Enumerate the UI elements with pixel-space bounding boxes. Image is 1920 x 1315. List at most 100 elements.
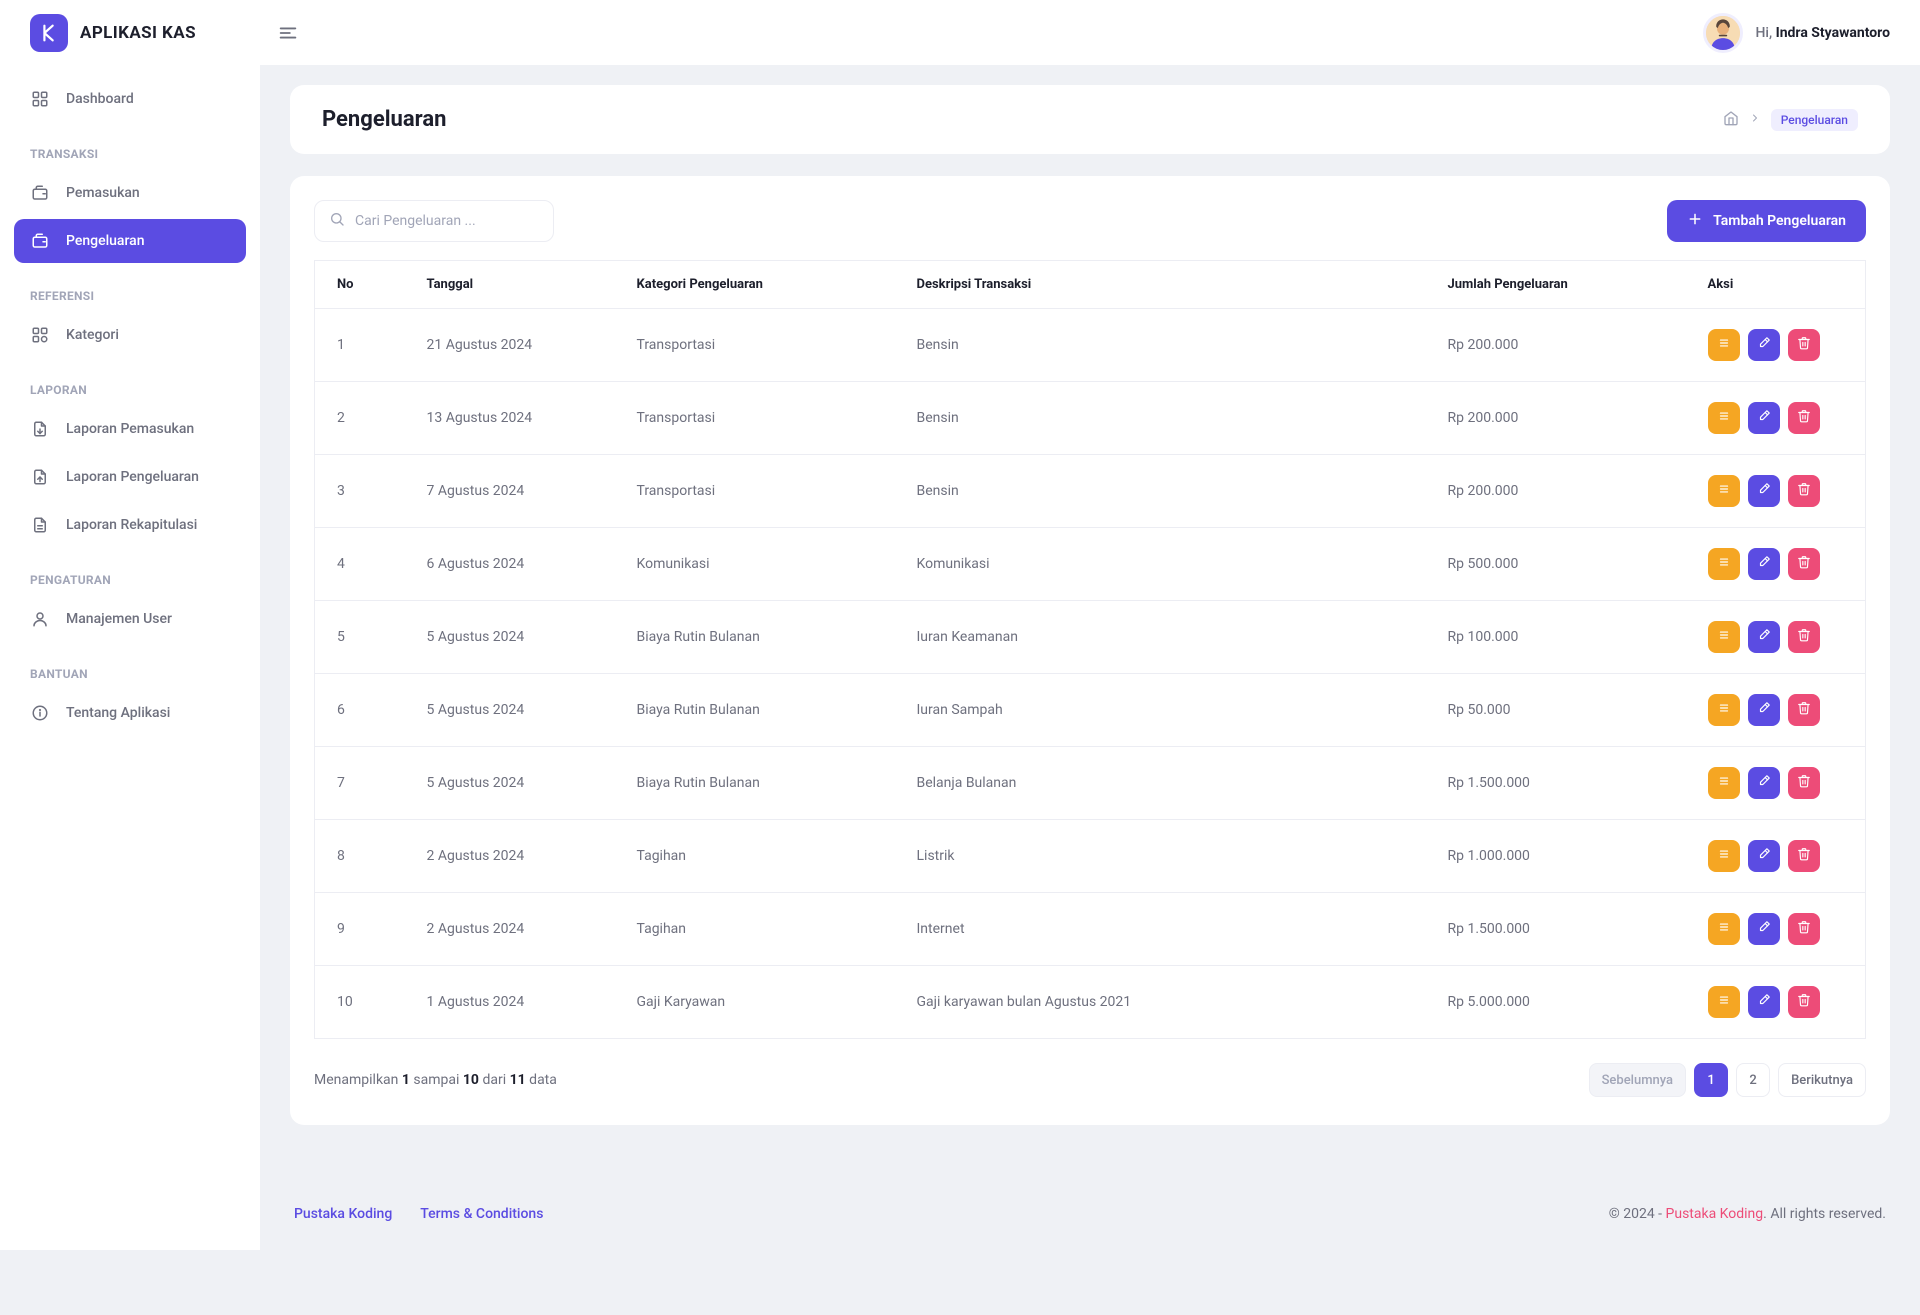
cell-no: 4 [315,528,405,601]
cell-no: 3 [315,455,405,528]
sidebar-item-laporan-pengeluaran[interactable]: Laporan Pengeluaran [14,455,246,499]
sidebar-item-label: Manajemen User [66,611,172,627]
cell-tanggal: 2 Agustus 2024 [405,893,615,966]
edit-button[interactable] [1748,402,1780,434]
col-kategori: Kategori Pengeluaran [615,261,895,309]
sidebar-item-label: Dashboard [66,91,134,107]
sidebar-item-pemasukan[interactable]: Pemasukan [14,171,246,215]
delete-button[interactable] [1788,475,1820,507]
cell-aksi [1686,528,1866,601]
edit-icon [1757,409,1771,427]
view-button[interactable] [1708,767,1740,799]
cell-tanggal: 13 Agustus 2024 [405,382,615,455]
cell-kategori: Transportasi [615,382,895,455]
delete-button[interactable] [1788,329,1820,361]
footer-link-pustaka[interactable]: Pustaka Koding [294,1206,392,1222]
list-icon [1717,847,1731,865]
view-button[interactable] [1708,694,1740,726]
view-button[interactable] [1708,913,1740,945]
breadcrumb-current: Pengeluaran [1771,109,1858,131]
search-box[interactable] [314,200,554,242]
page-prev[interactable]: Sebelumnya [1589,1063,1687,1097]
cell-tanggal: 5 Agustus 2024 [405,601,615,674]
view-button[interactable] [1708,621,1740,653]
sidebar-item-tentang[interactable]: Tentang Aplikasi [14,691,246,735]
search-input[interactable] [355,213,539,229]
add-pengeluaran-button[interactable]: Tambah Pengeluaran [1667,200,1866,242]
table-row: 92 Agustus 2024TagihanInternetRp 1.500.0… [315,893,1866,966]
col-deskripsi: Deskripsi Transaksi [895,261,1426,309]
page-1[interactable]: 1 [1694,1063,1728,1097]
wallet-in-icon [30,183,50,203]
edit-button[interactable] [1748,694,1780,726]
delete-button[interactable] [1788,986,1820,1018]
view-button[interactable] [1708,840,1740,872]
cell-jumlah: Rp 50.000 [1426,674,1686,747]
content-card: Tambah Pengeluaran No Tanggal Kategori P… [290,176,1890,1125]
cell-jumlah: Rp 1.500.000 [1426,747,1686,820]
file-text-icon [30,515,50,535]
plus-icon [1687,211,1703,231]
sidebar-section-bantuan: BANTUAN [14,645,246,691]
logo[interactable]: APLIKASI KAS [30,14,275,52]
delete-button[interactable] [1788,402,1820,434]
list-icon [1717,774,1731,792]
edit-button[interactable] [1748,913,1780,945]
edit-button[interactable] [1748,767,1780,799]
page-2[interactable]: 2 [1736,1063,1770,1097]
cell-no: 7 [315,747,405,820]
table-row: 75 Agustus 2024Biaya Rutin BulananBelanj… [315,747,1866,820]
list-icon [1717,336,1731,354]
cell-kategori: Transportasi [615,455,895,528]
cell-jumlah: Rp 100.000 [1426,601,1686,674]
delete-button[interactable] [1788,548,1820,580]
app-name: APLIKASI KAS [80,23,196,43]
logo-icon [30,14,68,52]
user-greeting: Hi, Indra Styawantoro [1755,25,1890,41]
pagination: Sebelumnya12Berikutnya [1589,1063,1866,1097]
view-button[interactable] [1708,475,1740,507]
sidebar-item-label: Laporan Pengeluaran [66,469,199,485]
table-row: 65 Agustus 2024Biaya Rutin BulananIuran … [315,674,1866,747]
delete-button[interactable] [1788,694,1820,726]
cell-deskripsi: Internet [895,893,1426,966]
file-out-icon [30,467,50,487]
view-button[interactable] [1708,986,1740,1018]
grid-icon [30,89,50,109]
table-row: 37 Agustus 2024TransportasiBensinRp 200.… [315,455,1866,528]
cell-aksi [1686,309,1866,382]
home-icon[interactable] [1723,110,1739,130]
sidebar-item-laporan-pemasukan[interactable]: Laporan Pemasukan [14,407,246,451]
list-icon [1717,409,1731,427]
cell-deskripsi: Gaji karyawan bulan Agustus 2021 [895,966,1426,1039]
edit-button[interactable] [1748,475,1780,507]
sidebar-item-kategori[interactable]: Kategori [14,313,246,357]
delete-button[interactable] [1788,840,1820,872]
delete-button[interactable] [1788,767,1820,799]
edit-button[interactable] [1748,329,1780,361]
edit-button[interactable] [1748,621,1780,653]
delete-button[interactable] [1788,621,1820,653]
sidebar-item-manajemen-user[interactable]: Manajemen User [14,597,246,641]
footer-link-terms[interactable]: Terms & Conditions [420,1206,543,1222]
edit-button[interactable] [1748,986,1780,1018]
sidebar-item-dashboard[interactable]: Dashboard [14,77,246,121]
view-button[interactable] [1708,402,1740,434]
cell-aksi [1686,820,1866,893]
sidebar-toggle[interactable] [275,20,301,46]
sidebar-item-pengeluaran[interactable]: Pengeluaran [14,219,246,263]
delete-button[interactable] [1788,913,1820,945]
edit-button[interactable] [1748,840,1780,872]
view-button[interactable] [1708,329,1740,361]
header-user[interactable]: Hi, Indra Styawantoro [1703,13,1890,53]
list-icon [1717,482,1731,500]
col-jumlah: Jumlah Pengeluaran [1426,261,1686,309]
cell-deskripsi: Iuran Sampah [895,674,1426,747]
page-next[interactable]: Berikutnya [1778,1063,1866,1097]
edit-button[interactable] [1748,548,1780,580]
sidebar-item-laporan-rekapitulasi[interactable]: Laporan Rekapitulasi [14,503,246,547]
cell-aksi [1686,455,1866,528]
view-button[interactable] [1708,548,1740,580]
footer-copyright: © 2024 - Pustaka Koding. All rights rese… [1609,1206,1886,1222]
cell-no: 5 [315,601,405,674]
